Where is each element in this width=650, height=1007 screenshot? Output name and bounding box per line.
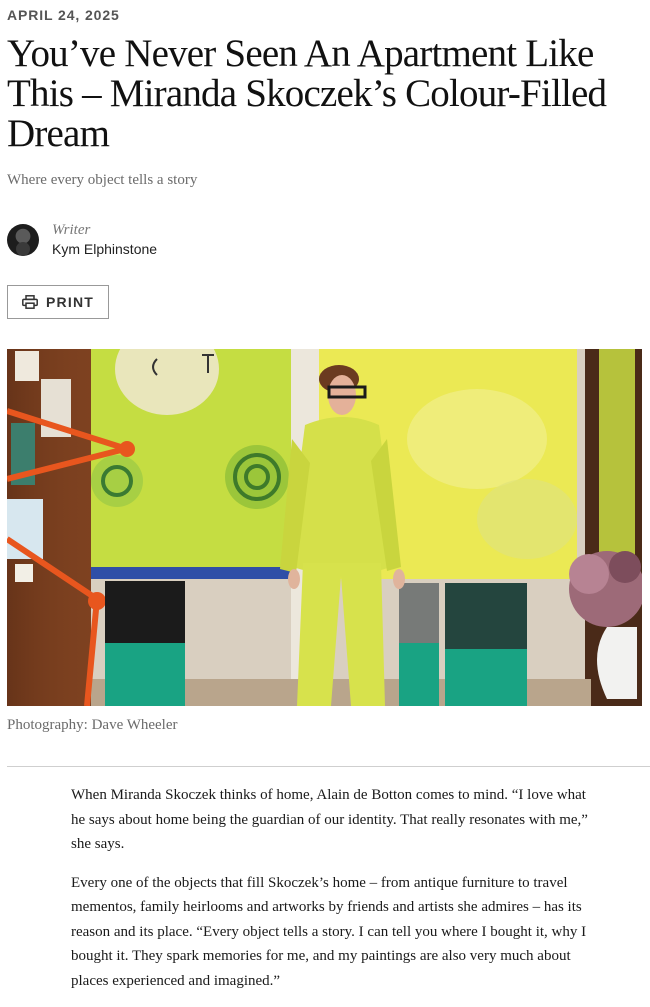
article-paragraph: When Miranda Skoczek thinks of home, Ala… [71, 787, 588, 852]
article-body: When Miranda Skoczek thinks of home, Ala… [71, 783, 601, 1007]
article-paragraph: Every one of the objects that fill Skocz… [71, 874, 587, 989]
author-avatar[interactable] [7, 224, 39, 256]
printer-icon [22, 295, 38, 309]
author-block[interactable]: Writer Kym Elphinstone [7, 222, 157, 258]
author-text: Writer Kym Elphinstone [52, 222, 157, 258]
author-role: Writer [52, 222, 91, 238]
author-name[interactable]: Kym Elphinstone [52, 240, 157, 258]
print-label: PRINT [46, 294, 94, 310]
print-button[interactable]: PRINT [7, 285, 109, 319]
article-headline: You’ve Never Seen An Apartment Like This… [7, 32, 607, 155]
hero-photo-illustration [7, 349, 642, 706]
article-date: APRIL 24, 2025 [7, 7, 120, 23]
article-subtitle: Where every object tells a story [7, 172, 198, 188]
photo-credit: Photography: Dave Wheeler [7, 717, 178, 733]
divider [7, 766, 650, 767]
hero-photo [7, 349, 642, 706]
